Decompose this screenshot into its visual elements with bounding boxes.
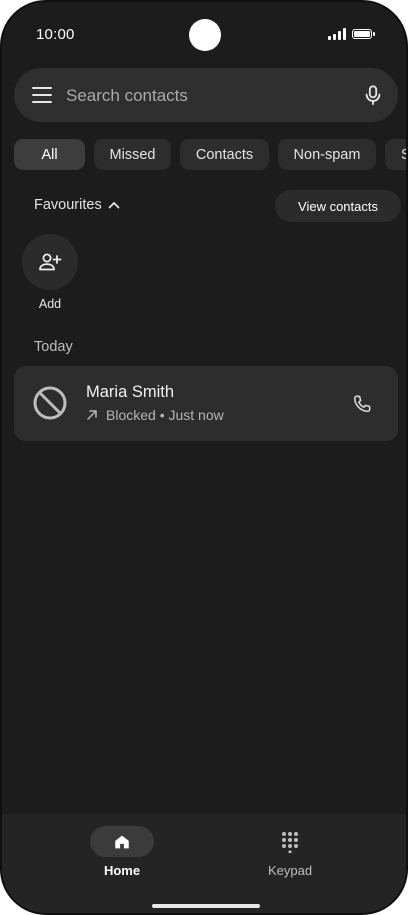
status-time: 10:00 xyxy=(36,26,75,43)
chip-missed[interactable]: Missed xyxy=(94,139,171,170)
outgoing-call-arrow-icon xyxy=(87,410,97,420)
call-meta: Blocked • Just now xyxy=(86,407,224,423)
call-status: Blocked • Just now xyxy=(106,407,224,423)
view-contacts-label: View contacts xyxy=(298,198,378,214)
status-bar: 10:00 xyxy=(2,2,406,68)
blocked-icon xyxy=(33,386,67,420)
view-contacts-button[interactable]: View contacts xyxy=(275,190,401,222)
gesture-bar[interactable] xyxy=(152,904,260,908)
phone-screen: 10:00 All Missed C xyxy=(0,0,408,915)
chevron-up-icon xyxy=(108,202,120,209)
status-icons xyxy=(328,28,375,40)
nav-home-indicator xyxy=(90,826,154,857)
nav-home[interactable]: Home xyxy=(62,826,182,886)
battery-icon xyxy=(352,29,375,39)
chip-label: Contacts xyxy=(195,146,254,163)
bottom-navigation: Home Keypad xyxy=(2,814,406,913)
phone-icon xyxy=(353,395,371,413)
chip-label: S xyxy=(401,147,406,163)
chip-label: All xyxy=(41,146,58,163)
favourites-toggle[interactable]: Favourites xyxy=(34,197,120,213)
chip-spam[interactable]: S xyxy=(385,139,406,170)
chip-contacts[interactable]: Contacts xyxy=(180,139,269,170)
nav-keypad-label: Keypad xyxy=(267,863,313,878)
call-log-item[interactable]: Maria Smith Blocked • Just now xyxy=(14,366,398,441)
chip-all[interactable]: All xyxy=(14,139,85,170)
search-input[interactable] xyxy=(64,68,348,124)
filter-chips: All Missed Contacts Non-spam S xyxy=(14,139,406,170)
section-header-today: Today xyxy=(34,339,73,355)
dialpad-icon xyxy=(282,831,298,853)
mic-icon[interactable] xyxy=(362,83,384,107)
chip-non-spam[interactable]: Non-spam xyxy=(278,139,376,170)
add-person-icon xyxy=(39,253,62,271)
home-icon xyxy=(115,835,129,848)
add-favourite-label: Add xyxy=(38,297,62,311)
search-bar[interactable] xyxy=(14,68,398,124)
favourites-title: Favourites xyxy=(34,197,102,213)
caller-name: Maria Smith xyxy=(86,383,175,401)
chip-label: Missed xyxy=(109,146,156,163)
nav-keypad-indicator xyxy=(258,826,322,857)
nav-keypad[interactable]: Keypad xyxy=(230,826,350,886)
signal-icon xyxy=(328,28,346,40)
call-back-button[interactable] xyxy=(346,388,378,420)
front-camera xyxy=(189,19,221,51)
chip-label: Non-spam xyxy=(293,146,361,163)
menu-icon[interactable] xyxy=(32,87,52,103)
nav-home-label: Home xyxy=(103,863,141,878)
add-favourite-button[interactable] xyxy=(22,234,78,290)
